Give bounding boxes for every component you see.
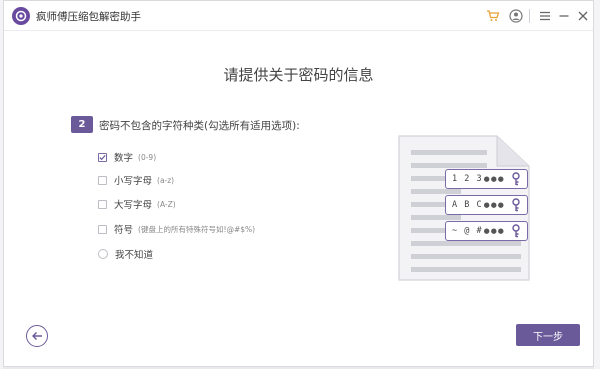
app-logo-icon — [12, 7, 30, 25]
checkbox-digits[interactable] — [98, 152, 107, 162]
password-chip-text: ~ @ # — [452, 226, 483, 236]
check-icon — [99, 154, 106, 160]
radio-dont-know[interactable] — [98, 249, 108, 259]
checkbox-lowercase[interactable] — [98, 175, 107, 185]
title-bar: 疯师傅压缩包解密助手 — [4, 1, 593, 31]
option-label: 大写字母 — [114, 200, 153, 211]
back-arrow-icon — [32, 332, 42, 340]
option-label: 数字 — [114, 153, 134, 164]
cart-icon[interactable] — [485, 8, 501, 24]
key-icon — [512, 172, 520, 186]
option-hint: (a-z) — [157, 175, 175, 185]
option-uppercase[interactable]: 大写字母 (A-Z) — [98, 197, 176, 211]
option-hint: (0-9) — [138, 152, 157, 162]
titlebar-separator — [529, 9, 530, 23]
password-chip-symbols: ~ @ # ●●● — [445, 221, 528, 241]
minimize-icon[interactable] — [556, 8, 572, 24]
option-digits[interactable]: 数字 (0-9) — [98, 150, 156, 164]
background-app-right — [594, 0, 600, 369]
masked-dots: ●●● — [483, 201, 505, 209]
user-icon[interactable] — [508, 8, 524, 24]
app-title: 疯师傅压缩包解密助手 — [36, 11, 141, 23]
password-chip-text: A B C — [452, 200, 483, 210]
masked-dots: ●●● — [483, 175, 505, 183]
option-label: 符号 — [114, 225, 134, 236]
question-text: 密码不包含的字符种类(勾选所有适用选项): — [99, 120, 300, 132]
step-badge: 2 — [71, 116, 93, 133]
option-hint: (A-Z) — [157, 199, 176, 209]
option-hint: (键盘上的所有特殊符号如!@#$%) — [138, 224, 256, 234]
option-dont-know[interactable]: 我不知道 — [98, 247, 153, 261]
dialog-window: 疯师傅压缩包解密助手 请提供关于密码的信息 2 密码不包含的字符种类(勾选所有适… — [3, 0, 594, 367]
checkbox-symbols[interactable] — [98, 224, 107, 234]
checkbox-uppercase[interactable] — [98, 199, 107, 209]
password-chip-digits: 1 2 3 ●●● — [445, 169, 528, 189]
back-button[interactable] — [26, 325, 48, 347]
page-heading: 请提供关于密码的信息 — [223, 66, 374, 84]
option-label: 我不知道 — [115, 250, 154, 261]
option-symbols[interactable]: 符号 (键盘上的所有特殊符号如!@#$%) — [98, 222, 255, 236]
password-chip-text: 1 2 3 — [452, 174, 483, 184]
close-icon[interactable] — [575, 8, 591, 24]
menu-icon[interactable] — [537, 8, 553, 24]
masked-dots: ●●● — [483, 227, 505, 235]
option-label: 小写字母 — [114, 176, 153, 187]
key-icon — [512, 198, 520, 212]
password-chip-letters: A B C ●●● — [445, 195, 528, 215]
option-lowercase[interactable]: 小写字母 (a-z) — [98, 173, 174, 187]
next-button[interactable]: 下一步 — [516, 324, 580, 346]
key-icon — [512, 224, 520, 238]
